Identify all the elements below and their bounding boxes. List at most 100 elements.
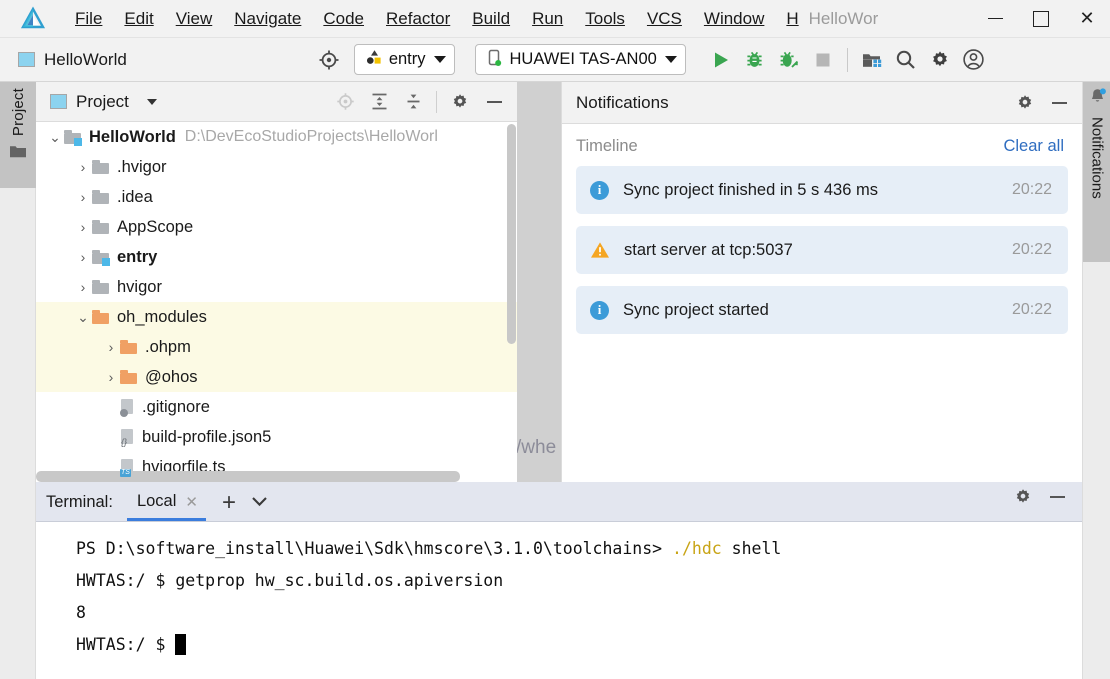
device-label: HUAWEI TAS-AN00: [509, 50, 657, 68]
tree-row-appscope[interactable]: › AppScope: [36, 212, 517, 242]
menu-run-label: Run: [532, 8, 564, 28]
notifications-settings-gear-icon[interactable]: [1008, 86, 1042, 120]
terminal-header: Terminal: Local ✕ +: [36, 482, 1082, 522]
menu-navigate[interactable]: Navigate: [223, 7, 312, 31]
folder-icon: [9, 144, 27, 164]
toolbar-project-name: HelloWorld: [44, 49, 127, 69]
menu-code[interactable]: Code: [312, 7, 375, 31]
project-tree-vertical-scrollbar[interactable]: [507, 124, 516, 344]
terminal-tab-local[interactable]: Local ✕: [126, 492, 206, 521]
menu-window[interactable]: Window: [693, 7, 775, 31]
notification-item[interactable]: start server at tcp:5037 20:22: [576, 226, 1068, 274]
sidebar-item-notifications[interactable]: Notifications: [1083, 82, 1110, 262]
account-button[interactable]: [957, 43, 991, 77]
notification-item[interactable]: i Sync project finished in 5 s 436 ms 20…: [576, 166, 1068, 214]
terminal-line-command: ./hdc: [672, 538, 722, 558]
notification-message: Sync project finished in 5 s 436 ms: [623, 180, 878, 199]
project-tool-window: Project ⌄ HelloWorld D:\DevEcoStudioProj…: [36, 82, 517, 482]
sidebar-item-project[interactable]: Project: [0, 82, 36, 188]
clear-all-button[interactable]: Clear all: [1003, 137, 1064, 156]
menu-refactor[interactable]: Refactor: [375, 7, 461, 31]
stop-button[interactable]: [806, 43, 840, 77]
warning-icon: [590, 241, 610, 259]
bell-icon: [1088, 87, 1107, 111]
tree-row-ohos[interactable]: › @ohos: [36, 362, 517, 392]
chevron-right-icon[interactable]: ›: [74, 279, 92, 295]
chevron-right-icon[interactable]: ›: [74, 249, 92, 265]
crosshair-target-icon[interactable]: [328, 85, 362, 119]
menu-build[interactable]: Build: [461, 7, 521, 31]
notifications-tool-window: Notifications Timeline Clear all i Sync …: [561, 82, 1082, 482]
chevron-right-icon[interactable]: ›: [74, 219, 92, 235]
menu-view[interactable]: View: [165, 7, 224, 31]
terminal-output[interactable]: PS D:\software_install\Huawei\Sdk\hmscor…: [36, 522, 1082, 679]
tree-row-gitignore[interactable]: ignore .gitignore: [36, 392, 517, 422]
terminal-tabs-chevron-down-icon[interactable]: [246, 494, 279, 521]
menu-vcs-label: VCS: [646, 8, 682, 28]
expand-all-icon[interactable]: [362, 85, 396, 119]
notification-message: start server at tcp:5037: [624, 240, 793, 259]
window-maximize-button[interactable]: [1018, 0, 1064, 38]
device-selector[interactable]: HUAWEI TAS-AN00: [474, 44, 686, 75]
menu-help[interactable]: H: [775, 7, 798, 31]
panel-settings-gear-icon[interactable]: [443, 85, 477, 119]
attach-debugger-button[interactable]: [772, 43, 806, 77]
chevron-right-icon[interactable]: ›: [74, 189, 92, 205]
tree-row-idea[interactable]: › .idea: [36, 182, 517, 212]
tree-label: entry: [117, 247, 158, 266]
project-tree[interactable]: ⌄ HelloWorld D:\DevEcoStudioProjects\Hel…: [36, 122, 517, 482]
project-tree-horizontal-scrollbar[interactable]: [36, 471, 460, 482]
toolbar-project[interactable]: HelloWorld: [18, 50, 127, 70]
tree-row-oh-modules[interactable]: ⌄ oh_modules: [36, 302, 517, 332]
chevron-expanded-icon[interactable]: ⌄: [46, 129, 64, 146]
chevron-expanded-icon[interactable]: ⌄: [74, 309, 92, 326]
chevron-right-icon[interactable]: ›: [102, 339, 120, 355]
menu-tools[interactable]: Tools: [574, 7, 636, 31]
menu-view-label: View: [175, 8, 213, 28]
run-configuration-selector[interactable]: entry: [353, 44, 455, 75]
hide-notifications-minus-icon[interactable]: [1042, 86, 1076, 120]
window-title: HelloWor: [808, 8, 879, 28]
chevron-down-icon: [664, 56, 677, 63]
select-opened-file-icon[interactable]: [312, 43, 346, 77]
debug-button[interactable]: [738, 43, 772, 77]
tree-row-hvigor[interactable]: › hvigor: [36, 272, 517, 302]
tree-label: build-profile.json5: [142, 427, 272, 446]
terminal-settings-gear-icon[interactable]: [1006, 480, 1040, 514]
notification-message: Sync project started: [623, 300, 769, 319]
window-minimize-button[interactable]: [972, 0, 1018, 38]
run-button[interactable]: [704, 43, 738, 77]
tree-row-build-profile[interactable]: {} build-profile.json5: [36, 422, 517, 452]
settings-button[interactable]: [923, 43, 957, 77]
menu-file[interactable]: File: [64, 7, 113, 31]
terminal-tab-label: Local: [136, 492, 177, 510]
window-close-button[interactable]: ✕: [1064, 0, 1110, 38]
tree-row-entry[interactable]: › entry: [36, 242, 517, 272]
chevron-right-icon[interactable]: ›: [102, 369, 120, 385]
tree-label: oh_modules: [117, 307, 207, 326]
tree-label: hvigor: [117, 277, 162, 296]
tree-row-helloworld[interactable]: ⌄ HelloWorld D:\DevEcoStudioProjects\Hel…: [36, 122, 517, 152]
menu-edit[interactable]: Edit: [113, 7, 164, 31]
terminal-label: Terminal:: [46, 493, 113, 511]
tree-row-ohpm[interactable]: › .ohpm: [36, 332, 517, 362]
menu-vcs[interactable]: VCS: [636, 7, 693, 31]
folder-icon: [120, 370, 137, 384]
chevron-right-icon[interactable]: ›: [74, 159, 92, 175]
new-terminal-tab-button[interactable]: +: [206, 491, 246, 521]
notification-item[interactable]: i Sync project started 20:22: [576, 286, 1068, 334]
chevron-down-icon[interactable]: [146, 98, 157, 105]
hide-terminal-minus-icon[interactable]: [1040, 480, 1074, 514]
tree-row-hvigor-hidden[interactable]: › .hvigor: [36, 152, 517, 182]
timeline-label: Timeline: [576, 137, 638, 155]
run-configuration-label: entry: [388, 50, 426, 68]
device-manager-button[interactable]: [855, 43, 889, 77]
folder-icon: [92, 190, 109, 204]
menu-run[interactable]: Run: [521, 7, 574, 31]
collapse-all-icon[interactable]: [396, 85, 430, 119]
close-icon[interactable]: ✕: [185, 493, 198, 511]
terminal-line: HWTAS:/ $: [76, 628, 1082, 660]
search-everywhere-button[interactable]: [889, 43, 923, 77]
hide-panel-minus-icon[interactable]: [477, 85, 511, 119]
tree-label: @ohos: [145, 367, 198, 386]
